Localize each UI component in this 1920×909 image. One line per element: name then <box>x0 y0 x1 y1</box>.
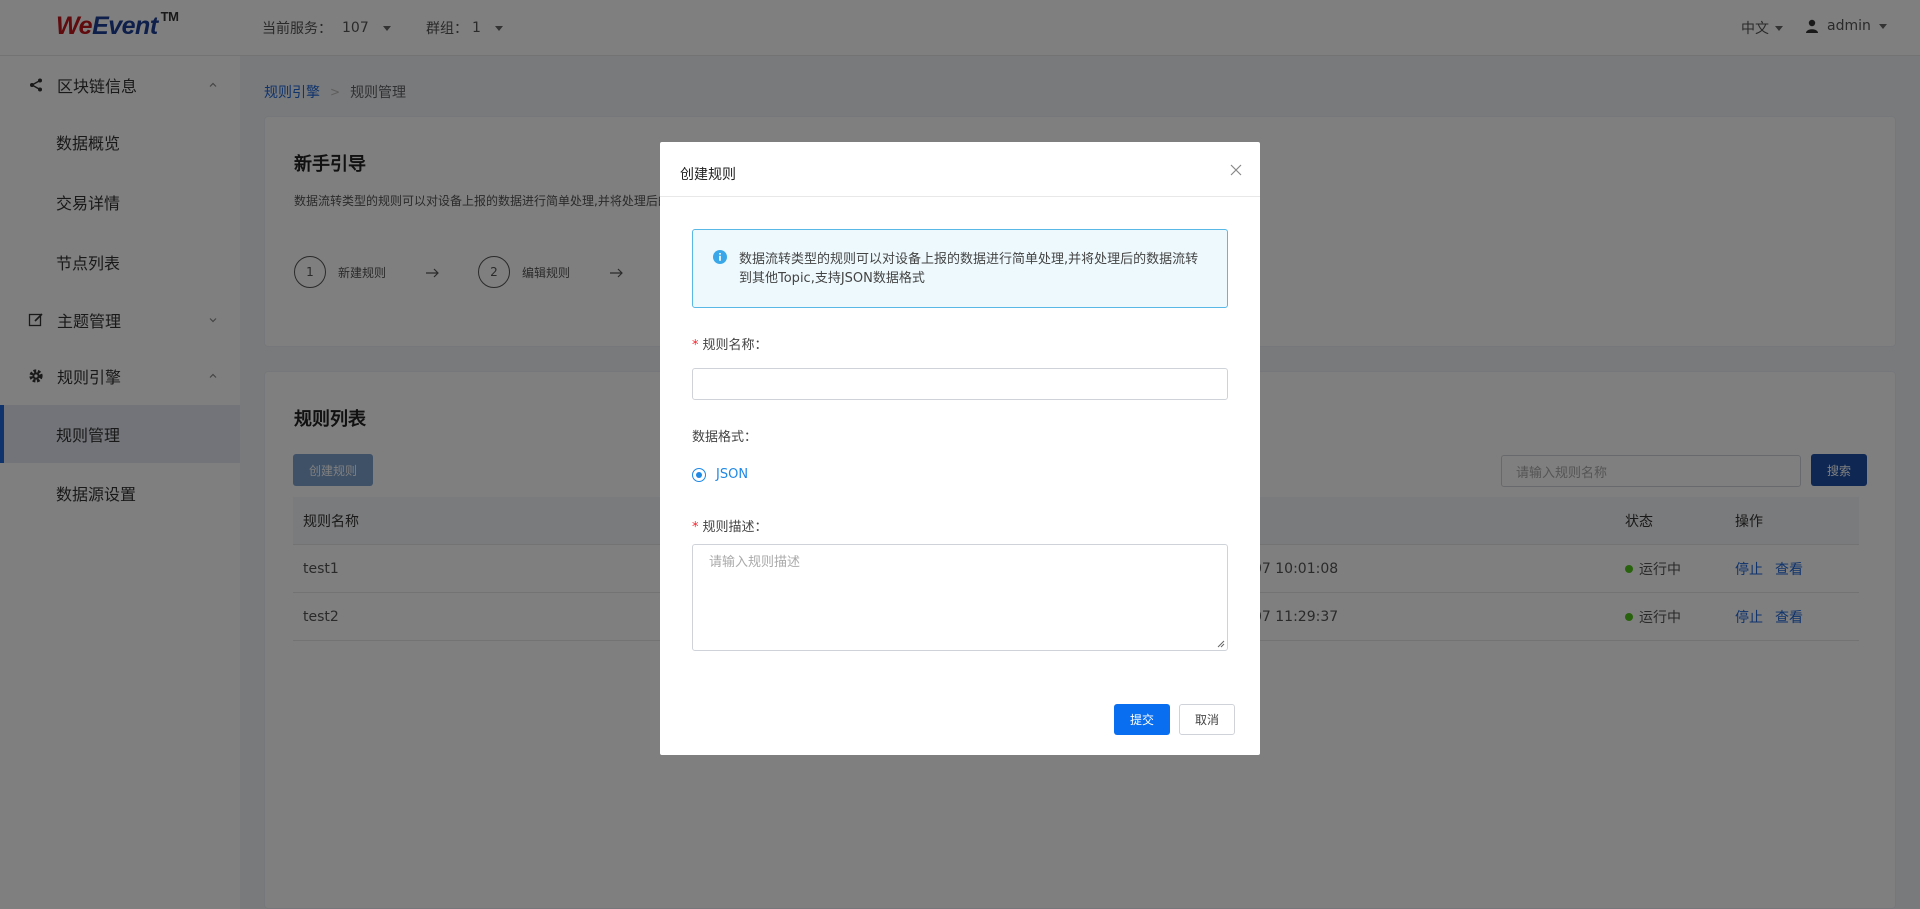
required-mark: * <box>692 338 699 353</box>
rule-name-input[interactable] <box>692 368 1228 400</box>
rule-name-label: * 规则名称： <box>692 334 768 353</box>
radio-selected-icon <box>692 467 706 482</box>
info-alert: 数据流转类型的规则可以对设备上报的数据进行简单处理,并将处理后的数据流转到其他T… <box>692 229 1228 308</box>
rule-desc-label-text: 规则描述： <box>702 520 768 535</box>
alert-text: 数据流转类型的规则可以对设备上报的数据进行简单处理,并将处理后的数据流转到其他T… <box>739 252 1199 286</box>
cancel-button[interactable]: 取消 <box>1179 704 1235 735</box>
radio-label: JSON <box>716 467 749 482</box>
format-radio-json[interactable]: JSON <box>692 467 748 482</box>
close-icon[interactable] <box>1230 164 1242 176</box>
rule-description-textarea[interactable]: 请输入规则描述 <box>692 544 1228 651</box>
info-icon <box>713 250 727 264</box>
data-format-label: 数据格式： <box>692 430 758 445</box>
dialog-title: 创建规则 <box>680 167 736 183</box>
textarea-placeholder: 请输入规则描述 <box>709 555 801 570</box>
dialog-header: 创建规则 <box>660 142 1260 197</box>
rule-desc-label: * 规则描述： <box>692 516 768 535</box>
submit-button[interactable]: 提交 <box>1114 704 1170 735</box>
create-rule-dialog: 创建规则 数据流转类型的规则可以对设备上报的数据进行简单处理,并将处理后的数据流… <box>660 142 1260 755</box>
required-mark: * <box>692 520 699 535</box>
resize-handle-icon[interactable] <box>1217 640 1225 648</box>
rule-name-label-text: 规则名称： <box>702 338 768 353</box>
